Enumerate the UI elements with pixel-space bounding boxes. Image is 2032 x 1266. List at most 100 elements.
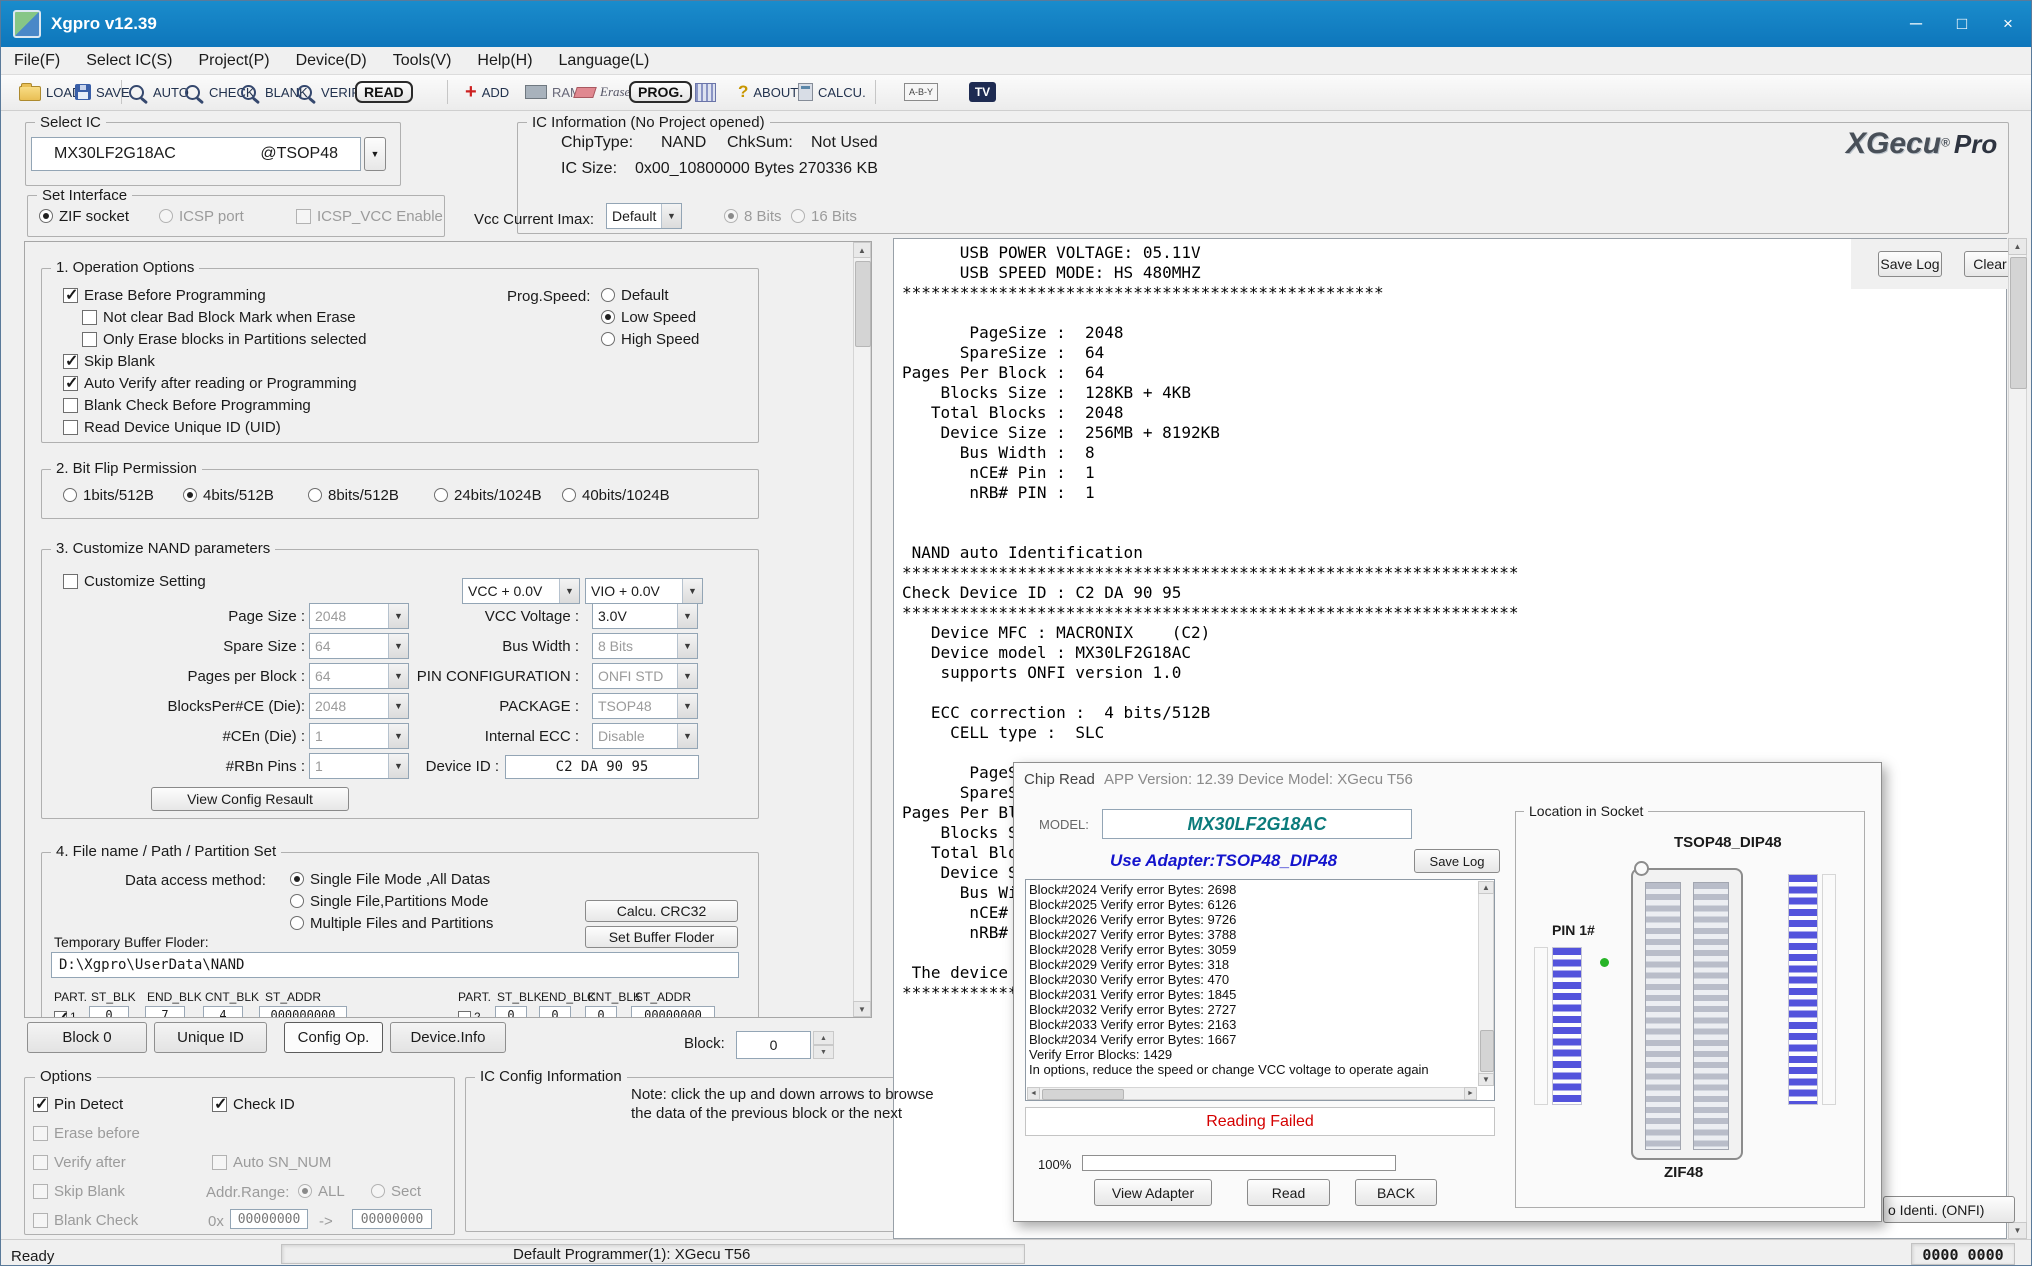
scroll-down-arrow[interactable]: ▼ bbox=[853, 1001, 871, 1017]
save-log-button[interactable]: Save Log bbox=[1878, 251, 1942, 277]
pin-detect-checkbox[interactable]: Pin Detect bbox=[33, 1095, 123, 1113]
maximize-button[interactable]: □ bbox=[1939, 1, 1985, 47]
vcc-voltage-select[interactable]: 3.0V▼ bbox=[592, 603, 698, 629]
read-uid-checkbox[interactable]: Read Device Unique ID (UID) bbox=[63, 418, 281, 436]
multiple-files-radio[interactable]: Multiple Files and Partitions bbox=[290, 914, 493, 932]
customize-setting-checkbox[interactable]: Customize Setting bbox=[63, 572, 206, 590]
scrollbar-thumb[interactable] bbox=[855, 261, 871, 347]
zif-socket-radio[interactable]: ZIF socket bbox=[39, 207, 129, 225]
scroll-right-arrow[interactable]: ► bbox=[1464, 1087, 1477, 1100]
scrollbar-thumb[interactable] bbox=[2010, 257, 2027, 389]
tv-button[interactable]: TV bbox=[969, 78, 996, 106]
icsp-port-radio[interactable]: ICSP port bbox=[159, 207, 244, 225]
view-config-result-button[interactable]: View Config Resault bbox=[151, 787, 349, 811]
bus-width-select[interactable]: 8 Bits▼ bbox=[592, 633, 698, 659]
bits16-radio[interactable]: 16 Bits bbox=[791, 207, 857, 225]
close-button[interactable]: × bbox=[1985, 1, 2031, 47]
calcu-button[interactable]: CALCU. bbox=[798, 78, 866, 106]
scroll-down-arrow[interactable]: ▼ bbox=[1478, 1073, 1494, 1086]
read-button-dialog[interactable]: Read bbox=[1247, 1179, 1330, 1206]
block-number-field[interactable]: 0 bbox=[736, 1031, 811, 1059]
p1-st-blk[interactable]: 0 bbox=[89, 1006, 129, 1018]
blank-check-option-checkbox[interactable]: Blank Check bbox=[33, 1211, 138, 1229]
bitflip-8bits-radio[interactable]: 8bits/512B bbox=[308, 486, 399, 504]
buffer-path-field[interactable]: D:\Xgpro\UserData\NAND bbox=[51, 952, 739, 978]
p1-cnt-blk[interactable]: 4 bbox=[203, 1006, 243, 1018]
auto-sn-checkbox[interactable]: Auto SN_NUM bbox=[212, 1153, 331, 1171]
verify-error-list[interactable]: Block#2024 Verify error Bytes: 2698Block… bbox=[1025, 879, 1495, 1101]
ram-button[interactable]: RAM bbox=[525, 78, 581, 106]
block-down-button[interactable]: ▼ bbox=[813, 1045, 834, 1059]
hscrollbar-thumb[interactable] bbox=[1042, 1089, 1124, 1100]
p1-st-addr[interactable]: 000000000 bbox=[259, 1006, 347, 1018]
scroll-up-arrow[interactable]: ▲ bbox=[853, 242, 871, 258]
p2-st-addr[interactable]: 00000000 bbox=[631, 1006, 715, 1018]
menu-item[interactable]: Language(L) bbox=[546, 47, 663, 74]
bitflip-24bits-radio[interactable]: 24bits/1024B bbox=[434, 486, 542, 504]
icsp-vcc-checkbox[interactable]: ICSP_VCC Enable bbox=[296, 207, 443, 225]
auto-verify-checkbox[interactable]: Auto Verify after reading or Programming bbox=[63, 374, 357, 392]
vio-offset-select[interactable]: VIO + 0.0V▼ bbox=[585, 578, 703, 604]
verify-after-checkbox[interactable]: Verify after bbox=[33, 1153, 126, 1171]
menu-item[interactable]: File(F) bbox=[1, 47, 73, 74]
pin-configuration-select[interactable]: ONFI STD▼ bbox=[592, 663, 698, 689]
not-clear-bad-block-checkbox[interactable]: Not clear Bad Block Mark when Erase bbox=[82, 308, 356, 326]
menu-item[interactable]: Tools(V) bbox=[380, 47, 465, 74]
only-erase-partitions-checkbox[interactable]: Only Erase blocks in Partitions selected bbox=[82, 330, 366, 348]
speed-default-radio[interactable]: Default bbox=[601, 286, 669, 304]
p2-cnt-blk[interactable]: 0 bbox=[585, 1006, 617, 1018]
single-file-all-radio[interactable]: Single File Mode ,All Datas bbox=[290, 870, 490, 888]
speed-high-radio[interactable]: High Speed bbox=[601, 330, 699, 348]
bitflip-1bits-radio[interactable]: 1bits/512B bbox=[63, 486, 154, 504]
addr-all-radio[interactable]: ALL bbox=[298, 1182, 345, 1200]
internal-ecc-select[interactable]: Disable▼ bbox=[592, 723, 698, 749]
menu-item[interactable]: Project(P) bbox=[185, 47, 282, 74]
package-select[interactable]: TSOP48▼ bbox=[592, 693, 698, 719]
addr-from-field[interactable]: 00000000 bbox=[230, 1209, 308, 1229]
tab-device-info[interactable]: Device.Info bbox=[390, 1022, 506, 1053]
dialog-save-log-button[interactable]: Save Log bbox=[1414, 849, 1500, 873]
tab-unique-id[interactable]: Unique ID bbox=[154, 1022, 267, 1053]
device-id-field[interactable]: C2 DA 90 95 bbox=[505, 755, 699, 779]
single-file-partitions-radio[interactable]: Single File,Partitions Mode bbox=[290, 892, 488, 910]
p2-end-blk[interactable]: 0 bbox=[539, 1006, 571, 1018]
vcc-offset-select[interactable]: VCC + 0.0V▼ bbox=[462, 578, 580, 604]
skip-blank-option-checkbox[interactable]: Skip Blank bbox=[33, 1182, 125, 1200]
panel-scrollbar[interactable] bbox=[853, 242, 871, 1017]
auto-identify-onfi-button[interactable]: o Identi. (ONFI) bbox=[1883, 1196, 2015, 1223]
blank-check-before-checkbox[interactable]: Blank Check Before Programming bbox=[63, 396, 311, 414]
bitflip-4bits-radio[interactable]: 4bits/512B bbox=[183, 486, 274, 504]
bitflip-40bits-radio[interactable]: 40bits/1024B bbox=[562, 486, 670, 504]
scroll-left-arrow[interactable]: ◄ bbox=[1027, 1087, 1040, 1100]
scrollbar-thumb[interactable] bbox=[1480, 1030, 1494, 1072]
p1-end-blk[interactable]: 7 bbox=[145, 1006, 185, 1018]
menu-item[interactable]: Select IC(S) bbox=[73, 47, 185, 74]
ic-dropdown-button[interactable]: ▼ bbox=[364, 137, 386, 171]
tab-block0[interactable]: Block 0 bbox=[27, 1022, 147, 1053]
erase-before-checkbox[interactable]: Erase before bbox=[33, 1124, 140, 1142]
vcc-imax-select[interactable]: Default▼ bbox=[606, 203, 682, 229]
check-id-checkbox[interactable]: Check ID bbox=[212, 1095, 295, 1113]
calc-crc32-button[interactable]: Calcu. CRC32 bbox=[585, 900, 738, 922]
partition1-checkbox[interactable]: 1 bbox=[54, 1008, 77, 1018]
menu-item[interactable]: Device(D) bbox=[283, 47, 380, 74]
scroll-up-arrow[interactable]: ▲ bbox=[2008, 238, 2027, 255]
prog-button[interactable]: PROG. bbox=[629, 78, 692, 106]
back-button[interactable]: BACK bbox=[1355, 1179, 1437, 1206]
scroll-up-arrow[interactable]: ▲ bbox=[1478, 881, 1494, 894]
set-buffer-folder-button[interactable]: Set Buffer Floder bbox=[585, 926, 738, 948]
about-button[interactable]: ?ABOUT bbox=[738, 78, 798, 106]
selected-ic-combo[interactable]: MX30LF2G18AC @TSOP48 bbox=[31, 137, 361, 171]
p2-st-blk[interactable]: 0 bbox=[495, 1006, 527, 1018]
scroll-down-arrow[interactable]: ▼ bbox=[2008, 1222, 2027, 1239]
addr-to-field[interactable]: 00000000 bbox=[352, 1209, 432, 1229]
menu-item[interactable]: Help(H) bbox=[464, 47, 545, 74]
socket-grid-button[interactable] bbox=[695, 78, 716, 106]
bits8-radio[interactable]: 8 Bits bbox=[724, 207, 782, 225]
partition2-checkbox[interactable]: 2 bbox=[458, 1008, 481, 1018]
tab-config-op[interactable]: Config Op. bbox=[284, 1022, 383, 1053]
logic-button[interactable]: A-B-Y bbox=[904, 78, 938, 106]
skip-blank-checkbox[interactable]: Skip Blank bbox=[63, 352, 155, 370]
erase-before-programming-checkbox[interactable]: Erase Before Programming bbox=[63, 286, 266, 304]
minimize-button[interactable]: ─ bbox=[1893, 1, 1939, 47]
